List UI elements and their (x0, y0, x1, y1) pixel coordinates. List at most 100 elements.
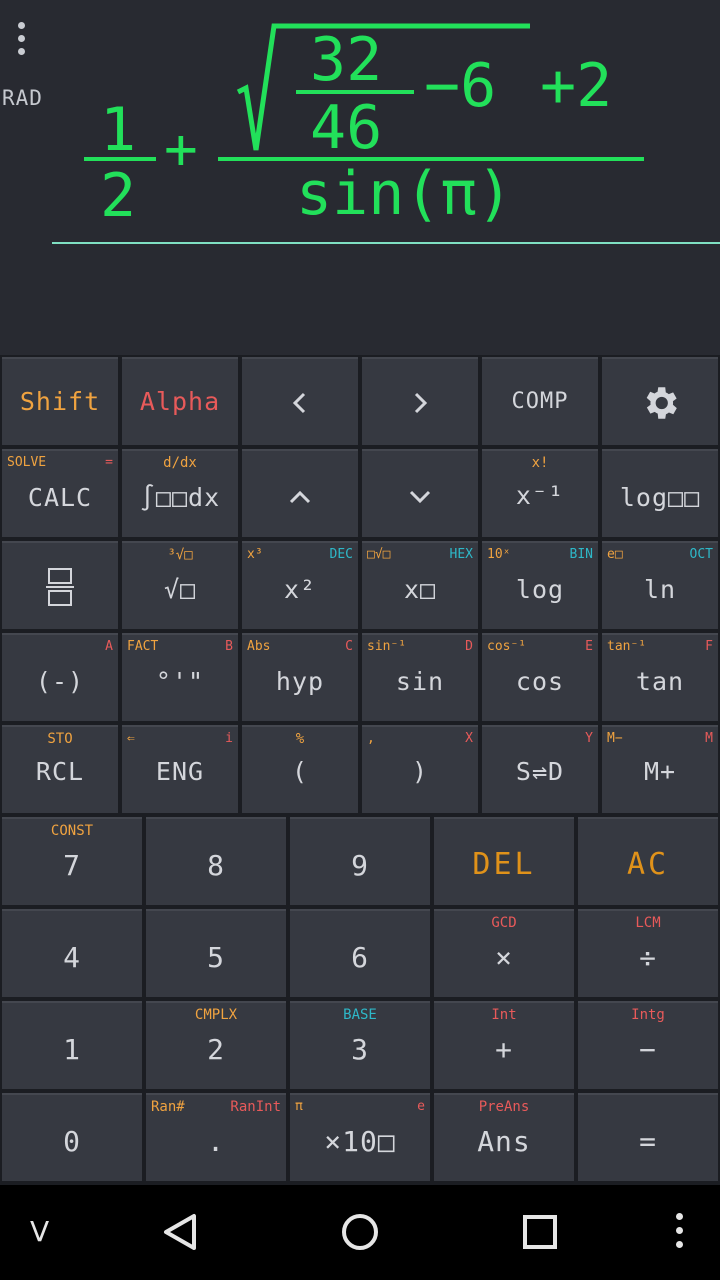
sqrt-label: √□ (163, 575, 197, 604)
cursor-right-button[interactable] (362, 357, 478, 445)
fraction-button[interactable] (2, 541, 118, 629)
open-paren-button[interactable]: % ( (242, 725, 358, 813)
digit-5-button[interactable]: 5 (146, 909, 286, 997)
ln-label: ln (643, 575, 677, 604)
chevron-left-icon (292, 392, 306, 414)
digit-4-button[interactable]: 4 (2, 909, 142, 997)
eng-label: ENG (155, 757, 205, 786)
decimal-shift-label: Ran# (151, 1099, 185, 1115)
plus-button[interactable]: Int + (434, 1001, 574, 1089)
input-underline (52, 242, 720, 244)
rcl-button[interactable]: STO RCL (2, 725, 118, 813)
digit-9-button[interactable]: 9 (290, 817, 430, 905)
sqrt-shift-label: ³√□ (167, 547, 193, 563)
dms-button[interactable]: FACT B °'" (122, 633, 238, 721)
nav-overflow-icon[interactable] (676, 1213, 684, 1253)
tan-button[interactable]: tan⁻¹ F tan (602, 633, 718, 721)
s-to-d-button[interactable]: Y S⇌D (482, 725, 598, 813)
chevron-down-icon (409, 490, 431, 504)
cursor-down-button[interactable] (362, 449, 478, 537)
sqrt-button[interactable]: ³√□ √□ (122, 541, 238, 629)
calc-shift-label: SOLVE (7, 455, 47, 470)
cursor-up-button[interactable] (242, 449, 358, 537)
multiply-label: × (495, 941, 513, 974)
minus-button[interactable]: Intg − (578, 1001, 718, 1089)
square-button[interactable]: x³ DEC x² (242, 541, 358, 629)
digit-6-button[interactable]: 6 (290, 909, 430, 997)
calc-button[interactable]: SOLVE = CALC (2, 449, 118, 537)
ln-button[interactable]: e□ OCT ln (602, 541, 718, 629)
multiply-shift-label: GCD (491, 915, 517, 931)
recents-icon[interactable] (522, 1214, 558, 1250)
square-shift-label: x³ (247, 547, 263, 562)
home-icon[interactable] (340, 1212, 380, 1252)
plus-label: + (495, 1033, 513, 1066)
rcl-shift-label: STO (47, 731, 73, 747)
ln-shift-label: e□ (607, 547, 623, 562)
digit-7-button[interactable]: CONST 7 (2, 817, 142, 905)
digit-9-label: 9 (351, 849, 369, 882)
hyp-shift-label: Abs (247, 639, 271, 654)
cos-button[interactable]: cos⁻¹ E cos (482, 633, 598, 721)
root-denominator: 46 (310, 93, 383, 163)
power-button[interactable]: □√□ HEX x□ (362, 541, 478, 629)
equals-button[interactable]: = (578, 1093, 718, 1181)
ans-button[interactable]: PreAns Ans (434, 1093, 574, 1181)
hyp-button[interactable]: Abs C hyp (242, 633, 358, 721)
gear-icon (646, 387, 677, 419)
negative-label: (-) (35, 667, 85, 696)
integral-shift-label: d/dx (163, 455, 197, 471)
power-alpha-label: HEX (449, 547, 473, 562)
power-label: x□ (403, 575, 437, 604)
equals-label: = (639, 1125, 657, 1158)
delete-button[interactable]: DEL (434, 817, 574, 905)
divide-button[interactable]: LCM ÷ (578, 909, 718, 997)
close-paren-shift-label: , (367, 731, 375, 746)
calc-label: CALC (27, 483, 93, 512)
divide-shift-label: LCM (635, 915, 661, 931)
expression[interactable]: 1 2 + 32 46 −6 +2 sin(π) (0, 0, 720, 300)
back-icon[interactable] (160, 1212, 200, 1252)
cos-alpha-label: E (585, 639, 593, 654)
digit-1-button[interactable]: 1 (2, 1001, 142, 1089)
digit-0-button[interactable]: 0 (2, 1093, 142, 1181)
close-paren-label: ) (411, 757, 429, 786)
digit-6-label: 6 (351, 941, 369, 974)
digit-2-button[interactable]: CMPLX 2 (146, 1001, 286, 1089)
inverse-shift-label: x! (531, 455, 549, 471)
log-button[interactable]: 10ˣ BIN log (482, 541, 598, 629)
m-plus-button[interactable]: M− M M+ (602, 725, 718, 813)
comp-mode-button[interactable]: COMP (482, 357, 598, 445)
display-area: RAD 1 2 + 32 46 −6 +2 sin(π) (0, 0, 720, 355)
multiply-button[interactable]: GCD × (434, 909, 574, 997)
cursor-left-button[interactable] (242, 357, 358, 445)
main-denominator: sin(π) (296, 159, 513, 229)
times-ten-power-label: ×10□ (324, 1125, 396, 1158)
shift-button[interactable]: Shift (2, 357, 118, 445)
eng-button[interactable]: ⇐ i ENG (122, 725, 238, 813)
alpha-button[interactable]: Alpha (122, 357, 238, 445)
all-clear-button[interactable]: AC (578, 817, 718, 905)
root-numerator: 32 (310, 25, 383, 95)
decimal-point-button[interactable]: Ran# RanInt . (146, 1093, 286, 1181)
collapse-keyboard-icon[interactable]: V (30, 1215, 49, 1248)
digit-8-button[interactable]: 8 (146, 817, 286, 905)
inverse-button[interactable]: x! x⁻¹ (482, 449, 598, 537)
all-clear-label: AC (626, 847, 670, 882)
negative-button[interactable]: A (-) (2, 633, 118, 721)
digit-3-button[interactable]: BASE 3 (290, 1001, 430, 1089)
integral-button[interactable]: d/dx ∫□□dx (122, 449, 238, 537)
close-paren-button[interactable]: , X ) (362, 725, 478, 813)
fraction-numerator: 1 (100, 95, 137, 165)
decimal-point-label: . (207, 1125, 225, 1158)
settings-button[interactable] (602, 357, 718, 445)
digit-8-label: 8 (207, 849, 225, 882)
log-base-button[interactable]: log□□ (602, 449, 718, 537)
ans-shift-label: PreAns (478, 1099, 530, 1115)
m-plus-shift-label: M− (607, 731, 623, 746)
sin-label: sin (395, 667, 445, 696)
comp-label: COMP (511, 389, 569, 414)
sin-button[interactable]: sin⁻¹ D sin (362, 633, 478, 721)
times-ten-power-button[interactable]: π e ×10□ (290, 1093, 430, 1181)
cos-shift-label: cos⁻¹ (487, 639, 527, 654)
